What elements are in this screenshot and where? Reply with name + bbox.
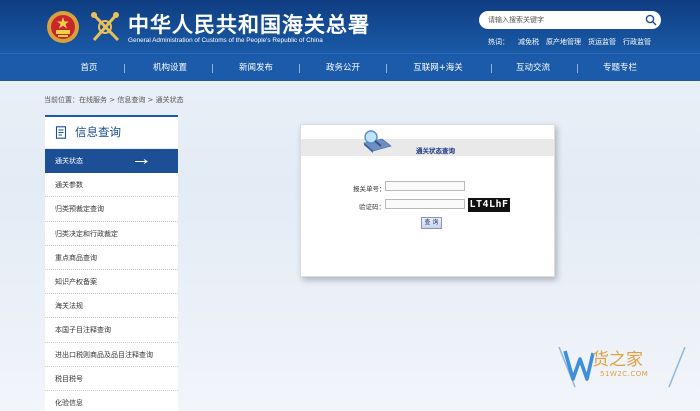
document-icon bbox=[55, 126, 67, 139]
nav-separator bbox=[577, 64, 578, 73]
nav-item-interaction[interactable]: 互动交流 bbox=[509, 54, 557, 82]
hot-words-label: 热词： bbox=[488, 38, 509, 46]
nav-separator bbox=[212, 64, 213, 73]
nav-separator bbox=[124, 64, 125, 73]
sidebar-item-classification-decision[interactable]: 归类决定和行政裁定 bbox=[45, 221, 178, 246]
sidebar-item-label: 通关状态 bbox=[55, 157, 83, 165]
nav-item-government-affairs[interactable]: 政务公开 bbox=[319, 54, 367, 82]
site-title: 中华人民共和国海关总署 bbox=[128, 12, 370, 37]
breadcrumb: 当前位置：在线服务 > 信息查询 > 通关状态 bbox=[44, 96, 184, 104]
sidebar-item-tariff-notes[interactable]: 进出口税则商品及品目注释查询 bbox=[45, 342, 178, 367]
nav-separator bbox=[491, 64, 492, 73]
hot-word-link[interactable]: 货运监管 bbox=[588, 37, 616, 47]
sidebar-menu: 通关状态 通关参数 归类预裁定查询 归类决定和行政裁定 重点商品查询 知识产权备… bbox=[45, 149, 178, 411]
sidebar-title: 信息查询 bbox=[75, 125, 121, 139]
hot-word-link[interactable]: 行政监管 bbox=[623, 37, 651, 47]
arrow-right-icon bbox=[135, 159, 148, 164]
nav-item-internet-customs[interactable]: 互联网+海关 bbox=[404, 54, 472, 82]
declaration-number-label: 报关单号： bbox=[353, 185, 386, 193]
hot-word-link[interactable]: 减免税 bbox=[518, 37, 539, 47]
sidebar-item-classification-preruling[interactable]: 归类预裁定查询 bbox=[45, 197, 178, 222]
captcha-image[interactable]: LT4LhF bbox=[468, 198, 510, 212]
sidebar-item-lab-info[interactable]: 化验信息 bbox=[45, 390, 178, 411]
hot-word-link[interactable]: 原产地管理 bbox=[546, 37, 581, 47]
site-subtitle: General Administration of Customs of the… bbox=[128, 37, 323, 44]
sidebar-item-national-subheading-notes[interactable]: 本国子目注释查询 bbox=[45, 318, 178, 343]
search-input[interactable] bbox=[488, 14, 638, 26]
hot-words: 热词： 减免税 原产地管理 货运监管 行政监管 bbox=[488, 37, 658, 47]
sidebar-item-clearance-status[interactable]: 通关状态 bbox=[45, 149, 178, 174]
search-icon[interactable] bbox=[645, 14, 657, 26]
nav-item-organization[interactable]: 机构设置 bbox=[146, 54, 194, 82]
sidebar-item-customs-laws[interactable]: 海关法规 bbox=[45, 294, 178, 319]
sidebar-item-ip-filing[interactable]: 知识产权备案 bbox=[45, 269, 178, 295]
sidebar-item-key-goods[interactable]: 重点商品查询 bbox=[45, 245, 178, 270]
query-panel-title: 通关状态查询 bbox=[416, 147, 455, 155]
nav-item-news[interactable]: 新闻发布 bbox=[232, 54, 280, 82]
sidebar-item-clearance-params[interactable]: 通关参数 bbox=[45, 173, 178, 198]
watermark-url: 51W2C.COM bbox=[600, 370, 649, 378]
main-nav: 首页 机构设置 新闻发布 政务公开 互联网+海关 互动交流 专题专栏 bbox=[0, 53, 700, 81]
site-header: 中华人民共和国海关总署 General Administration of Cu… bbox=[0, 0, 700, 53]
watermark-brand-text: 货之家 bbox=[592, 350, 643, 370]
search-box[interactable] bbox=[479, 11, 661, 29]
national-emblem-icon bbox=[47, 11, 79, 43]
captcha-label: 验证码： bbox=[359, 203, 385, 211]
captcha-input[interactable] bbox=[385, 199, 465, 209]
nav-item-special-topics[interactable]: 专题专栏 bbox=[596, 54, 644, 82]
nav-separator bbox=[299, 64, 300, 73]
sidebar-header: 信息查询 bbox=[45, 117, 178, 148]
nav-item-home[interactable]: 首页 bbox=[74, 54, 104, 82]
query-panel: 通关状态查询 报关单号： 验证码： LT4LhF 查 询 bbox=[300, 124, 555, 277]
magnifier-book-icon bbox=[363, 130, 392, 153]
customs-logo-icon bbox=[91, 12, 120, 42]
query-button[interactable]: 查 询 bbox=[421, 217, 442, 229]
declaration-number-input[interactable] bbox=[385, 181, 465, 191]
nav-separator bbox=[386, 64, 387, 73]
sidebar-item-tariff-numbers[interactable]: 税目税号 bbox=[45, 366, 178, 391]
